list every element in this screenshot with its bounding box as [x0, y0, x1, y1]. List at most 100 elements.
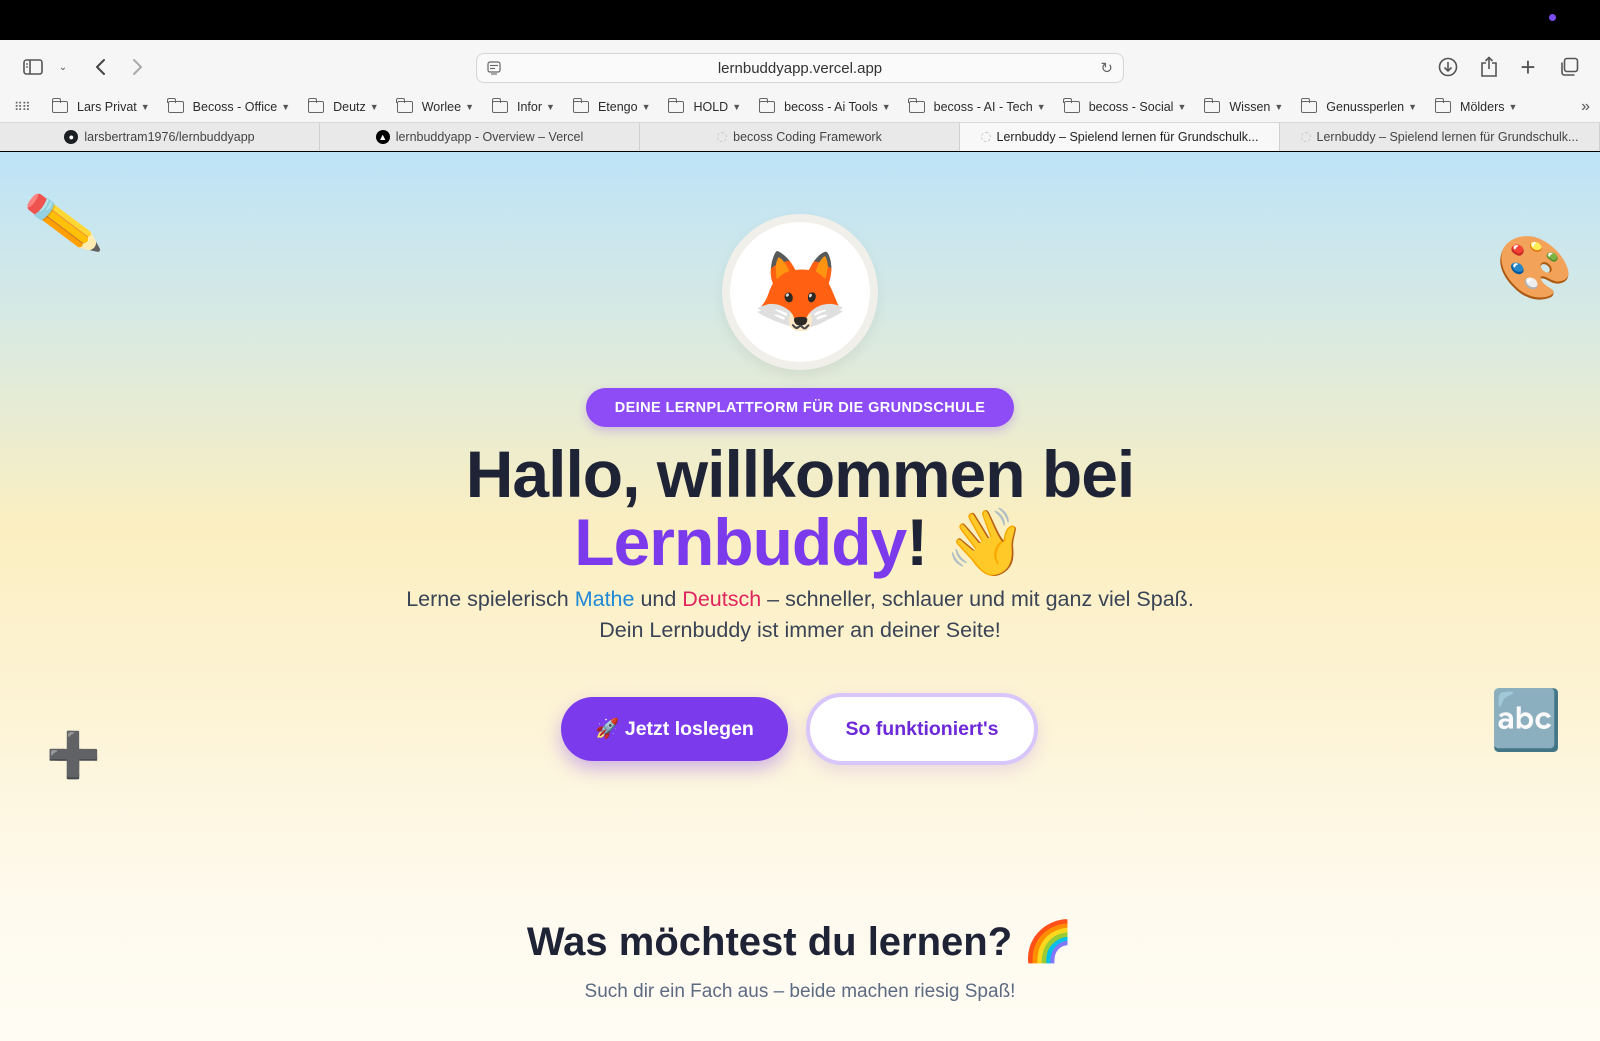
- subject-mathe: Mathe: [574, 587, 635, 611]
- chevron-down-icon: ▼: [281, 102, 291, 112]
- tab-coding-framework[interactable]: becoss Coding Framework: [640, 123, 960, 151]
- chevron-down-icon: ▼: [140, 102, 150, 112]
- bookmark-folder[interactable]: Mölders ▼: [1434, 98, 1518, 114]
- system-top-bar: [0, 0, 1600, 40]
- chevron-down-icon[interactable]: ⌄: [56, 54, 70, 80]
- tab-label: larsbertram1976/lernbuddyapp: [84, 130, 255, 144]
- tab-github[interactable]: ● larsbertram1976/lernbuddyapp: [0, 123, 320, 151]
- bookmark-label: Deutz: [333, 100, 366, 114]
- github-icon: ●: [64, 130, 79, 144]
- bookmark-folder[interactable]: Deutz ▼: [307, 98, 379, 114]
- chevron-down-icon: ▼: [1508, 102, 1518, 112]
- tab-lernbuddy[interactable]: Lernbuddy – Spielend lernen für Grundsch…: [1280, 123, 1600, 151]
- pencil-icon: ✏️: [21, 185, 105, 262]
- subjects-subtitle: Such dir ein Fach aus – beide machen rie…: [584, 981, 1016, 1002]
- bookmark-folder[interactable]: Etengo ▼: [572, 98, 651, 114]
- bookmark-folder[interactable]: Lars Privat ▼: [51, 98, 150, 114]
- tab-lernbuddy-active[interactable]: Lernbuddy – Spielend lernen für Grundsch…: [960, 123, 1280, 151]
- back-icon[interactable]: [90, 54, 110, 80]
- chevron-down-icon: ▼: [1177, 102, 1187, 112]
- fox-icon: 🦊: [730, 222, 870, 362]
- bookmark-label: Infor: [517, 100, 543, 114]
- bookmark-folder[interactable]: becoss - Social ▼: [1063, 98, 1187, 114]
- brand-name: Lernbuddy: [574, 505, 907, 579]
- bookmark-label: Becoss - Office: [192, 100, 278, 114]
- status-dot: [1549, 14, 1556, 21]
- tab-vercel[interactable]: ▲ lernbuddyapp - Overview – Vercel: [320, 123, 640, 151]
- blank-page-icon: [717, 132, 728, 142]
- folder-icon: [668, 98, 685, 113]
- folder-icon: [758, 98, 776, 113]
- folder-icon: [908, 98, 925, 113]
- bookmark-label: Lars Privat: [77, 100, 137, 114]
- chevron-down-icon: ▼: [465, 102, 474, 112]
- address-bar[interactable]: lernbuddyapp.vercel.app ↻: [476, 53, 1124, 83]
- tab-overview-icon[interactable]: [1557, 54, 1581, 80]
- bookmark-folder[interactable]: Genussperlen ▼: [1300, 98, 1418, 114]
- bookmark-label: becoss - Ai Tools: [784, 100, 878, 114]
- new-tab-icon[interactable]: +: [1516, 52, 1540, 82]
- subject-deutsch: Deutsch: [682, 587, 762, 611]
- share-icon[interactable]: [1477, 54, 1501, 80]
- folder-icon: [1434, 98, 1452, 113]
- hero-title-line1: Hallo, willkommen bei: [465, 437, 1135, 511]
- chevron-down-icon: ▼: [641, 102, 651, 112]
- folder-icon: [1300, 98, 1318, 113]
- mascot-avatar: 🦊: [722, 214, 878, 370]
- folder-icon: [572, 98, 589, 113]
- bookmark-folder[interactable]: Worlee ▼: [396, 98, 474, 114]
- bookmark-folder[interactable]: becoss - AI - Tech ▼: [908, 98, 1046, 114]
- hero-title: Hallo, willkommen bei Lernbuddy! 👋: [300, 440, 1300, 576]
- browser-chrome: ⌄ lernbuddyapp.vercel.app ↻ + ⠿⠿ Lars Pr…: [0, 40, 1600, 151]
- platform-badge: DEINE LERNPLATTFORM FÜR DIE GRUNDSCHULE: [586, 388, 1014, 427]
- folder-icon: [491, 98, 508, 113]
- chevron-down-icon: ▼: [1274, 102, 1284, 112]
- page-menu-icon[interactable]: [487, 61, 501, 79]
- bookmark-label: Wissen: [1229, 100, 1271, 114]
- chevron-down-icon: ▼: [369, 102, 379, 112]
- bookmark-folder[interactable]: Wissen ▼: [1203, 98, 1284, 114]
- url-text: lernbuddyapp.vercel.app: [717, 59, 883, 77]
- reload-icon[interactable]: ↻: [1100, 59, 1113, 77]
- folder-icon: [1203, 98, 1221, 113]
- chevron-down-icon: ▼: [1408, 102, 1418, 112]
- lead-text: Lerne spielerisch: [406, 587, 575, 611]
- start-now-button[interactable]: 🚀 Jetzt loslegen: [561, 697, 788, 761]
- bookmark-label: Etengo: [597, 100, 638, 114]
- sidebar-toggle-icon[interactable]: [22, 54, 44, 80]
- bookmark-folder[interactable]: HOLD ▼: [668, 98, 741, 114]
- bookmark-folder[interactable]: Becoss - Office ▼: [167, 98, 291, 114]
- bookmark-folder[interactable]: becoss - Ai Tools ▼: [758, 98, 891, 114]
- blank-page-icon: [980, 132, 991, 142]
- page-content: ✏️ 🎨 ➕ 🔤 🦊 DEINE LERNPLATTFORM FÜR DIE G…: [0, 152, 1600, 1041]
- bookmarks-bar: ⠿⠿ Lars Privat ▼ Becoss - Office ▼ Deutz ▼ …: [0, 92, 1600, 122]
- folder-icon: [307, 98, 325, 113]
- bookmark-label: becoss - AI - Tech: [933, 100, 1033, 114]
- bookmark-label: HOLD: [693, 100, 729, 114]
- forward-icon[interactable]: [128, 54, 148, 80]
- bookmark-label: becoss - Social: [1088, 100, 1174, 114]
- folder-icon: [396, 98, 413, 113]
- bookmark-label: Worlee: [421, 100, 462, 114]
- tab-label: lernbuddyapp - Overview – Vercel: [395, 130, 584, 144]
- blank-page-icon: [1300, 132, 1311, 142]
- how-it-works-button[interactable]: So funktioniert's: [806, 693, 1038, 765]
- palette-icon: 🎨: [1496, 234, 1574, 303]
- subjects-title: Was möchtest du lernen? 🌈: [526, 920, 1074, 964]
- more-bookmarks-icon[interactable]: »: [1581, 98, 1590, 116]
- tab-label: Lernbuddy – Spielend lernen für Grundsch…: [1316, 130, 1579, 144]
- folder-icon: [1063, 98, 1080, 113]
- browser-toolbar: ⌄ lernbuddyapp.vercel.app ↻ +: [0, 40, 1600, 92]
- tab-bar: ● larsbertram1976/lernbuddyapp ▲ lernbud…: [0, 122, 1600, 151]
- bookmark-folder[interactable]: Infor ▼: [491, 98, 555, 114]
- tab-label: becoss Coding Framework: [733, 130, 882, 144]
- folder-icon: [51, 98, 68, 113]
- chevron-down-icon: ▼: [546, 102, 555, 112]
- folder-icon: [167, 98, 184, 113]
- abc-icon: 🔤: [1490, 688, 1563, 753]
- apps-grid-icon[interactable]: ⠿⠿: [14, 100, 32, 114]
- chevron-down-icon: ▼: [881, 102, 891, 112]
- download-icon[interactable]: [1436, 54, 1460, 80]
- bookmark-label: Genussperlen: [1326, 100, 1405, 114]
- lead-text: und: [634, 587, 683, 611]
